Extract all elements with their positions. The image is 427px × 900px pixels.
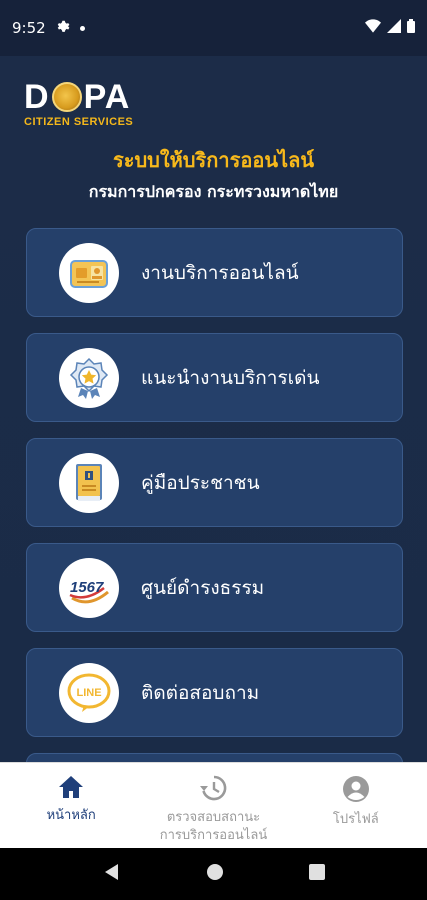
wifi-icon	[365, 19, 381, 37]
status-right	[365, 19, 415, 37]
menu-item-label: ศูนย์ดำรงธรรม	[141, 576, 265, 599]
menu-item-label: แนะนำงานบริการเด่น	[141, 366, 320, 389]
nav-label-profile: โปรไฟล์	[332, 812, 379, 827]
line-logo-text: LINE	[76, 687, 101, 699]
bottom-navigation: หน้าหลัก ตรวจสอบสถานะ การบริการออนไลน์ โ…	[0, 762, 427, 848]
service-menu: งานบริการออนไลน์ แนะนำงานบริการเด่น คู่ม…	[26, 228, 403, 762]
line-chat-icon: LINE	[59, 662, 119, 723]
menu-item-label: ติดต่อสอบถาม	[141, 681, 260, 704]
notification-dot-icon	[79, 25, 85, 31]
logo-letters-pa: PA	[83, 78, 131, 116]
menu-item-damrongdhamma-center[interactable]: 1567 ศูนย์ดำรงธรรม	[26, 543, 403, 632]
status-bar: 9:52	[0, 0, 427, 56]
recents-icon[interactable]	[308, 864, 325, 884]
manual-book-icon	[59, 452, 119, 513]
history-icon	[199, 775, 227, 805]
menu-item-featured-services[interactable]: แนะนำงานบริการเด่น	[26, 333, 403, 422]
nav-tab-status-check[interactable]: ตรวจสอบสถานะ การบริการออนไลน์	[142, 763, 284, 848]
menu-item-label: คู่มือประชาชน	[141, 471, 260, 494]
nav-tab-home[interactable]: หน้าหลัก	[0, 763, 142, 848]
page-subtitle: กรมการปกครอง กระทรวงมหาดไทย	[88, 182, 339, 201]
logo-letter-d: D	[24, 78, 50, 116]
id-card-icon	[59, 242, 119, 303]
nav-label-status-line2: การบริการออนไลน์	[159, 828, 268, 843]
hotline-1567-icon: 1567	[59, 557, 119, 618]
menu-item-contact-us[interactable]: LINE ติดต่อสอบถาม	[26, 648, 403, 737]
page-title: ระบบให้บริการออนไลน์	[112, 148, 315, 172]
system-navigation-bar	[0, 848, 427, 900]
gear-icon	[56, 19, 70, 37]
award-badge-icon	[59, 347, 119, 408]
logo-wordmark: D PA	[24, 80, 133, 114]
home-circle-icon[interactable]	[206, 863, 224, 885]
nav-tab-profile[interactable]: โปรไฟล์	[285, 763, 427, 848]
nav-label-home: หน้าหลัก	[46, 808, 96, 823]
status-time: 9:52	[12, 19, 46, 37]
back-icon[interactable]	[103, 863, 121, 885]
menu-item-label: งานบริการออนไลน์	[141, 261, 299, 284]
account-circle-icon	[342, 775, 370, 807]
government-seal-icon	[51, 82, 82, 112]
hotline-number: 1567	[70, 579, 104, 596]
dopa-logo: D PA CITIZEN SERVICES	[24, 80, 133, 128]
main-content: D PA CITIZEN SERVICES ระบบให้บริการออนไล…	[0, 56, 427, 762]
home-icon	[58, 775, 84, 803]
signal-icon	[387, 19, 401, 37]
status-left: 9:52	[12, 19, 85, 37]
menu-item-online-services[interactable]: งานบริการออนไลน์	[26, 228, 403, 317]
nav-label-status-line1: ตรวจสอบสถานะ	[166, 810, 261, 825]
menu-item-partial[interactable]	[26, 753, 403, 762]
logo-subtitle: CITIZEN SERVICES	[24, 116, 134, 128]
battery-icon	[407, 19, 415, 37]
menu-item-citizen-manual[interactable]: คู่มือประชาชน	[26, 438, 403, 527]
